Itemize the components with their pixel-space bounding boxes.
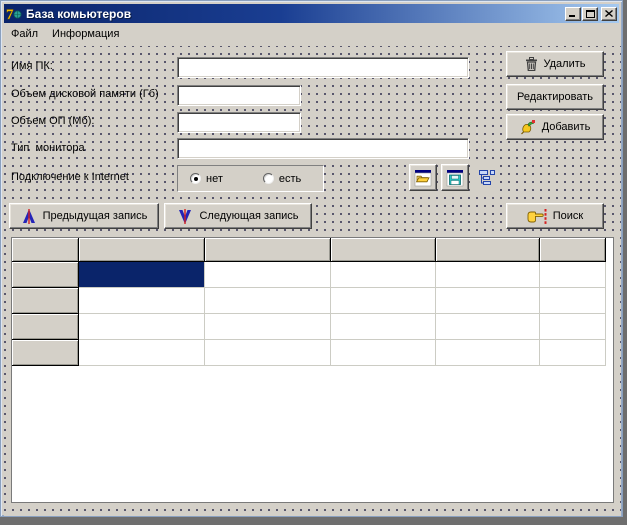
design-surface: Имя ПК: Объем дисковой памяти (Гб) Объем… <box>4 46 621 516</box>
grid-cell[interactable] <box>540 288 606 314</box>
save-button[interactable] <box>441 164 469 191</box>
add-button[interactable]: Добавить <box>506 114 604 140</box>
next-arrow-icon <box>179 208 192 224</box>
open-folder-icon <box>414 169 432 186</box>
radio-yes-label: есть <box>278 172 302 185</box>
row-header[interactable] <box>12 262 79 288</box>
grid-cell[interactable] <box>540 340 606 366</box>
save-icon <box>446 169 464 186</box>
grid-cell[interactable] <box>331 288 436 314</box>
monitor-type-input[interactable] <box>177 138 469 159</box>
grid-cell[interactable] <box>331 262 436 288</box>
grid-cell[interactable] <box>205 288 331 314</box>
internet-label: Подключение к Internet <box>11 171 129 183</box>
grid-cell[interactable] <box>436 262 540 288</box>
delete-button[interactable]: Удалить <box>506 51 604 77</box>
monitor-type-label: Тип монитора <box>11 142 85 154</box>
row-header[interactable] <box>12 288 79 314</box>
grid-cell[interactable] <box>436 340 540 366</box>
internet-options-panel: нет есть <box>177 165 324 192</box>
column-header[interactable] <box>205 238 331 262</box>
trash-icon <box>525 57 537 71</box>
minimize-icon <box>569 15 575 17</box>
radio-no[interactable] <box>190 173 201 184</box>
menu-bar: Файл Информация <box>5 25 127 43</box>
next-record-label: Следующая запись <box>199 210 299 222</box>
delete-button-label: Удалить <box>543 58 586 70</box>
column-header[interactable] <box>436 238 540 262</box>
grid-cell[interactable] <box>79 288 205 314</box>
disk-size-label: Объем дисковой памяти (Гб) <box>11 88 159 100</box>
app-window: 7 База комьютеров Файл Информация Имя ПК… <box>0 0 623 517</box>
maximize-button[interactable] <box>582 6 598 21</box>
edit-button[interactable]: Редактировать <box>506 84 604 110</box>
grid-cell[interactable] <box>331 314 436 340</box>
grid-cell[interactable] <box>436 288 540 314</box>
search-button[interactable]: Поиск <box>506 203 604 229</box>
grid-cell[interactable] <box>79 340 205 366</box>
grid-cell[interactable] <box>331 340 436 366</box>
column-header[interactable] <box>331 238 436 262</box>
edit-button-label: Редактировать <box>517 91 593 103</box>
app-icon: 7 <box>6 6 22 22</box>
column-header[interactable] <box>79 238 205 262</box>
radio-yes[interactable] <box>262 173 274 184</box>
svg-text:7: 7 <box>6 7 14 22</box>
add-record-icon <box>520 120 535 135</box>
grid-cell[interactable] <box>436 314 540 340</box>
ram-size-label: Объем ОП (Мб): <box>11 115 95 127</box>
corner-header[interactable] <box>12 238 79 262</box>
prev-record-button[interactable]: Предыдущая запись <box>9 203 159 229</box>
prev-record-label: Предыдущая запись <box>42 210 148 222</box>
structure-icon <box>479 170 495 185</box>
grid-cell[interactable] <box>79 262 205 288</box>
disk-size-input[interactable] <box>177 85 301 106</box>
pc-name-input[interactable] <box>177 57 469 78</box>
menu-item-file[interactable]: Файл <box>5 26 46 43</box>
maximize-icon <box>585 9 595 18</box>
minimize-button[interactable] <box>565 6 581 21</box>
prev-arrow-icon <box>22 208 35 224</box>
grid-cell[interactable] <box>205 262 331 288</box>
radio-no-label: нет <box>206 172 223 185</box>
grid-cell[interactable] <box>205 314 331 340</box>
pointing-hand-icon <box>527 208 547 224</box>
add-button-label: Добавить <box>541 121 591 133</box>
column-header[interactable] <box>540 238 606 262</box>
ram-size-input[interactable] <box>177 112 301 133</box>
close-icon <box>605 10 613 17</box>
grid-cell[interactable] <box>205 340 331 366</box>
structure-button[interactable] <box>474 165 500 191</box>
window-title: База комьютеров <box>26 6 132 21</box>
data-grid[interactable] <box>11 237 614 503</box>
menu-item-information[interactable]: Информация <box>46 26 127 43</box>
row-header[interactable] <box>12 314 79 340</box>
search-button-label: Поиск <box>552 210 584 222</box>
next-record-button[interactable]: Следующая запись <box>164 203 312 229</box>
open-button[interactable] <box>409 164 437 191</box>
grid-cell[interactable] <box>540 262 606 288</box>
close-button[interactable] <box>601 6 617 21</box>
grid-cell[interactable] <box>79 314 205 340</box>
row-header[interactable] <box>12 340 79 366</box>
grid-cell[interactable] <box>540 314 606 340</box>
pc-name-label: Имя ПК: <box>11 60 53 72</box>
title-bar[interactable]: 7 База комьютеров <box>4 4 619 23</box>
